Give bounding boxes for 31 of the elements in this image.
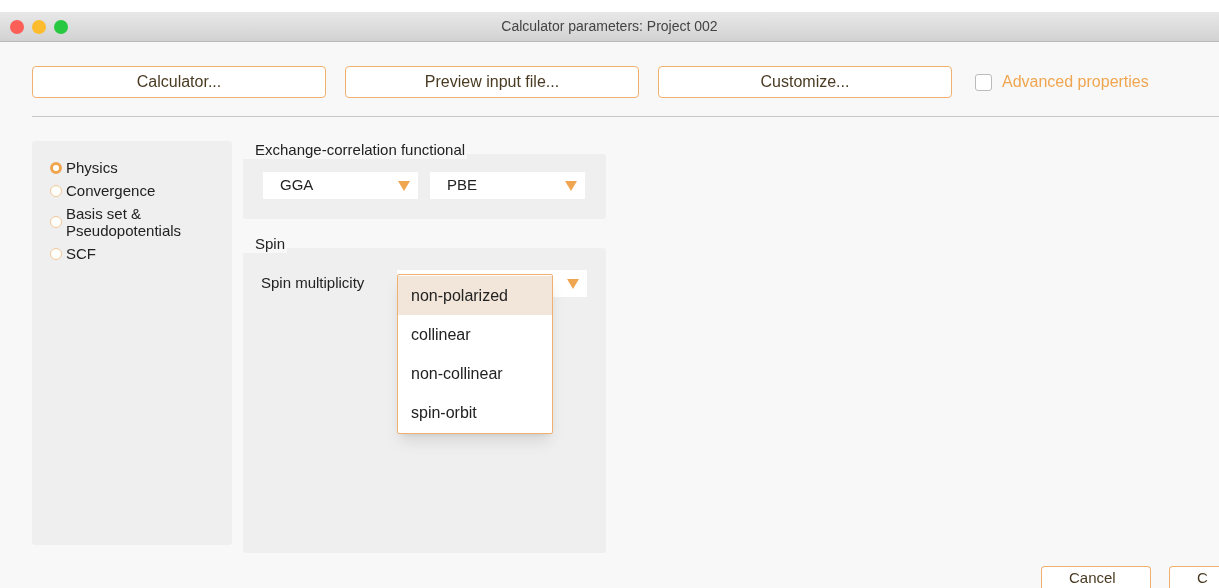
toolbar-button[interactable]: Preview input file... xyxy=(345,66,639,98)
radio-icon xyxy=(50,161,62,174)
dropdown[interactable]: GGA xyxy=(263,172,418,199)
zoom-icon[interactable] xyxy=(54,19,68,34)
group-title: Spin xyxy=(243,235,288,253)
menu-item[interactable]: non-polarized xyxy=(398,276,552,315)
sidebar-item[interactable]: Physics xyxy=(50,159,210,176)
field-label: Spin multiplicity xyxy=(261,273,366,294)
menu-item[interactable]: non-collinear xyxy=(398,354,552,393)
footer-button[interactable]: Cancel xyxy=(1041,566,1151,588)
caret-icon xyxy=(567,278,579,289)
checkbox[interactable] xyxy=(975,73,992,91)
minimize-icon[interactable] xyxy=(32,19,46,34)
sidebar-item[interactable]: SCF xyxy=(50,245,210,262)
menu-item[interactable]: collinear xyxy=(398,315,552,354)
close-icon[interactable] xyxy=(10,19,24,34)
footer-button[interactable]: C xyxy=(1169,566,1219,588)
radio-icon xyxy=(50,247,62,260)
sidebar-item[interactable]: Basis set & Pseudopotentials xyxy=(50,205,210,239)
dropdown[interactable]: PBE xyxy=(430,172,585,199)
menu-item[interactable]: spin-orbit xyxy=(398,393,552,432)
window-title: Calculator parameters: Project 002 xyxy=(501,17,718,36)
radio-icon xyxy=(50,216,62,228)
sidebar-item[interactable]: Convergence xyxy=(50,182,210,199)
group-title: Exchange-correlation functional xyxy=(243,141,468,159)
toolbar-button[interactable]: Calculator... xyxy=(32,66,326,98)
toolbar-button[interactable]: Customize... xyxy=(658,66,952,98)
radio-icon xyxy=(50,184,62,197)
caret-icon xyxy=(398,180,410,191)
caret-icon xyxy=(565,180,577,191)
checkbox-label: Advanced properties xyxy=(1002,72,1149,92)
